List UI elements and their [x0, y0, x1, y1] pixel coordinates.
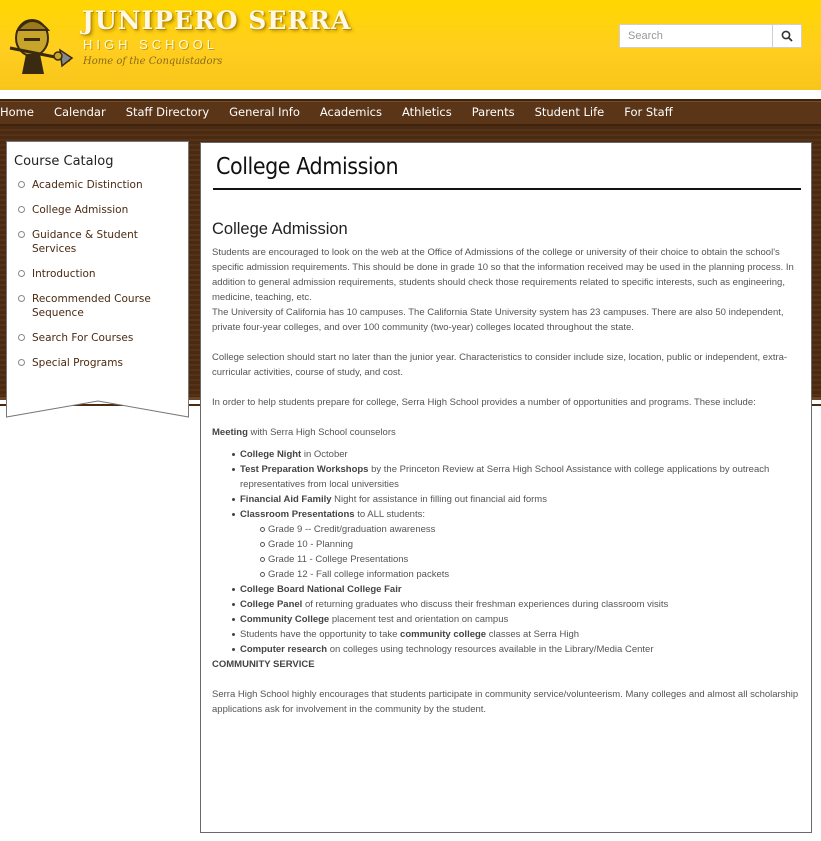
- list-item-bold: community college: [400, 629, 487, 640]
- sidebar-list: Academic Distinction College Admission G…: [14, 178, 184, 381]
- list-item-text: Students have the opportunity to take: [240, 629, 401, 640]
- grade-item: Grade 10 - Planning: [260, 537, 802, 552]
- site-header: JUNIPERO SERRA HIGH SCHOOL Home of the C…: [0, 0, 821, 90]
- list-item-text: placement test and orientation on campus: [329, 614, 509, 625]
- paragraph-community-service: Serra High School highly encourages that…: [212, 689, 799, 715]
- list-item-bold: College Board National College Fair: [240, 584, 402, 595]
- page-title: College Admission: [216, 154, 399, 180]
- circle-bullet-icon: [18, 206, 25, 213]
- list-item-bold: College Night: [240, 449, 302, 460]
- list-item-text: on colleges using technology resources a…: [327, 644, 654, 655]
- circle-bullet-icon: [18, 295, 25, 302]
- grade-item: Grade 9 -- Credit/graduation awareness: [260, 522, 802, 537]
- paragraph-campuses: The University of California has 10 camp…: [212, 307, 784, 333]
- list-item-text: Night for assistance in filling out fina…: [331, 494, 547, 505]
- sidebar-item-label: Guidance & Student Services: [32, 229, 138, 255]
- list-item: Community College placement test and ori…: [232, 612, 802, 627]
- list-item: Computer research on colleges using tech…: [232, 642, 802, 657]
- nav-calendar[interactable]: Calendar: [44, 101, 116, 124]
- sidebar-item-academic-distinction[interactable]: Academic Distinction: [14, 178, 184, 192]
- paragraph-programs: In order to help students prepare for co…: [212, 397, 756, 408]
- main-nav: Home Calendar Staff Directory General In…: [0, 99, 821, 126]
- sidebar-item-label: Search For Courses: [32, 332, 134, 344]
- sidebar-item-label: Introduction: [32, 268, 96, 280]
- sidebar-item-college-admission[interactable]: College Admission: [14, 203, 184, 217]
- list-item: Test Preparation Workshops by the Prince…: [232, 462, 802, 492]
- sidebar-item-label: Academic Distinction: [32, 179, 143, 191]
- list-item-bold: Classroom Presentations: [240, 509, 355, 520]
- circle-bullet-icon: [18, 231, 25, 238]
- circle-bullet-icon: [18, 359, 25, 366]
- sidebar-item-search-for-courses[interactable]: Search For Courses: [14, 331, 184, 345]
- community-service-heading: COMMUNITY SERVICE: [212, 659, 315, 670]
- search-input[interactable]: [620, 25, 772, 47]
- list-item: College Board National College Fair: [232, 582, 802, 597]
- list-item: Classroom Presentations to ALL students:…: [232, 507, 802, 582]
- list-item-text: in October: [301, 449, 348, 460]
- list-item-text: to ALL students:: [354, 509, 425, 520]
- sidebar-item-guidance[interactable]: Guidance & Student Services: [14, 228, 184, 256]
- nav-academics[interactable]: Academics: [310, 101, 392, 124]
- conquistador-mascot-logo[interactable]: [4, 8, 76, 80]
- list-item-bold: Test Preparation Workshops: [240, 464, 369, 475]
- nav-athletics[interactable]: Athletics: [392, 101, 462, 124]
- paragraph-selection: College selection should start no later …: [212, 352, 788, 378]
- list-item-bold: College Panel: [240, 599, 303, 610]
- article-body: College Admission Students are encourage…: [212, 219, 802, 717]
- programs-list: College Night in October Test Preparatio…: [232, 447, 802, 657]
- sidebar-item-label: Special Programs: [32, 357, 123, 369]
- list-item-text: of returning graduates who discuss their…: [302, 599, 669, 610]
- circle-bullet-icon: [18, 181, 25, 188]
- list-item: College Panel of returning graduates who…: [232, 597, 802, 612]
- school-name[interactable]: JUNIPERO SERRA: [82, 6, 351, 35]
- main-content: College Admission College Admission Stud…: [200, 142, 812, 833]
- paragraph-meeting: Meeting with Serra High School counselor…: [212, 425, 802, 440]
- article-heading: College Admission: [212, 220, 348, 238]
- search-box: [619, 24, 802, 48]
- list-item: College Night in October: [232, 447, 802, 462]
- grades-list: Grade 9 -- Credit/graduation awareness G…: [260, 522, 802, 582]
- nav-home[interactable]: Home: [0, 101, 44, 124]
- circle-bullet-icon: [18, 334, 25, 341]
- list-item-bold: Community College: [240, 614, 330, 625]
- nav-student-life[interactable]: Student Life: [525, 101, 615, 124]
- sidebar-item-introduction[interactable]: Introduction: [14, 267, 184, 281]
- sidebar-title: Course Catalog: [14, 154, 114, 169]
- sidebar-item-label: College Admission: [32, 204, 129, 216]
- sidebar-item-special-programs[interactable]: Special Programs: [14, 356, 184, 370]
- meeting-bold: Meeting: [212, 427, 248, 438]
- search-button[interactable]: [772, 25, 801, 47]
- list-item: Financial Aid Family Night for assistanc…: [232, 492, 802, 507]
- title-divider: [213, 188, 801, 190]
- grade-item: Grade 12 - Fall college information pack…: [260, 567, 802, 582]
- list-item-bold: Financial Aid Family: [240, 494, 332, 505]
- nav-general-info[interactable]: General Info: [219, 101, 310, 124]
- paragraph-admissions: Students are encouraged to look on the w…: [212, 247, 794, 303]
- search-icon: [781, 30, 793, 42]
- list-item: Students have the opportunity to take co…: [232, 627, 802, 642]
- nav-for-staff[interactable]: For Staff: [614, 101, 682, 124]
- nav-top-strip: [0, 90, 821, 99]
- meeting-text: with Serra High School counselors: [247, 427, 396, 438]
- grade-item: Grade 11 - College Presentations: [260, 552, 802, 567]
- sidebar-item-recommended-course-sequence[interactable]: Recommended Course Sequence: [14, 292, 184, 320]
- course-catalog-sidebar: Course Catalog Academic Distinction Coll…: [6, 141, 189, 418]
- nav-parents[interactable]: Parents: [462, 101, 525, 124]
- list-item-text: classes at Serra High: [486, 629, 580, 640]
- school-tagline: Home of the Conquistadors: [83, 56, 223, 67]
- school-subtitle: HIGH SCHOOL: [83, 37, 219, 52]
- sidebar-item-label: Recommended Course Sequence: [32, 293, 151, 319]
- list-item-bold: Computer research: [240, 644, 328, 655]
- circle-bullet-icon: [18, 270, 25, 277]
- nav-staff-directory[interactable]: Staff Directory: [116, 101, 219, 124]
